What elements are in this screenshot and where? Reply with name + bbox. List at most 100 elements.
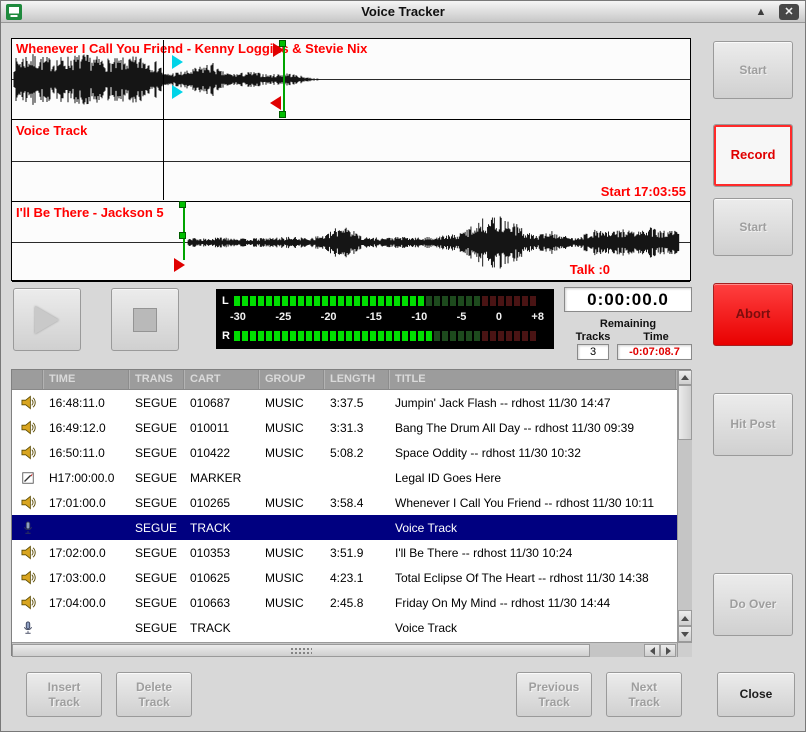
row-type-icon — [12, 595, 44, 610]
track2-title: Voice Track — [16, 123, 87, 138]
log-table-row[interactable]: 17:02:00.0 SEGUE 010353 MUSIC 3:51.9 I'l… — [12, 540, 677, 565]
hit-post-button[interactable]: Hit Post — [713, 393, 793, 456]
cell-trans: SEGUE — [130, 521, 185, 535]
cell-trans: SEGUE — [130, 596, 185, 610]
cell-group: MUSIC — [260, 571, 325, 585]
cell-time: 16:50:11.0 — [44, 446, 130, 460]
horizontal-scroll-thumb[interactable] — [12, 644, 590, 657]
cell-title: Space Oddity -- rdhost 11/30 10:32 — [390, 446, 677, 460]
shade-window-icon[interactable]: ▲ — [751, 3, 771, 21]
log-table-row[interactable]: 17:03:00.0 SEGUE 010625 MUSIC 4:23.1 Tot… — [12, 565, 677, 590]
next-track-button[interactable]: Next Track — [606, 672, 682, 717]
cell-title: Bang The Drum All Day -- rdhost 11/30 09… — [390, 421, 677, 435]
close-button[interactable]: Close — [717, 672, 795, 717]
log-table-row[interactable]: SEGUE TRACK Voice Track — [12, 515, 677, 540]
cell-cart: 010265 — [185, 496, 260, 510]
title-bar: Voice Tracker ▲ ✕ — [1, 1, 805, 23]
log-table-row[interactable]: H17:00:00.0 SEGUE MARKER Legal ID Goes H… — [12, 465, 677, 490]
column-header-length: LENGTH — [325, 370, 390, 389]
track2-centerline — [12, 161, 690, 162]
stop-icon — [133, 308, 157, 332]
cell-trans: SEGUE — [130, 446, 185, 460]
track2-start-time: Start 17:03:55 — [601, 184, 686, 199]
cell-title: Jumpin' Jack Flash -- rdhost 11/30 14:47 — [390, 396, 677, 410]
time-remaining-label: Time — [630, 331, 682, 343]
waveform-panel: Whenever I Call You Friend - Kenny Loggi… — [11, 38, 691, 281]
track-region-2[interactable]: Voice Track Start 17:03:55 — [12, 121, 690, 202]
track3-talk-time: Talk :0 — [570, 262, 610, 277]
log-table-row[interactable]: 16:49:12.0 SEGUE 010011 MUSIC 3:31.3 Ban… — [12, 415, 677, 440]
meter-left-label: L — [222, 295, 234, 307]
microphone-icon — [21, 621, 35, 635]
start-button-1[interactable]: Start — [713, 41, 793, 99]
vertical-scroll-thumb[interactable] — [678, 385, 692, 440]
track3-edit-handle-mid[interactable] — [179, 232, 186, 239]
track-region-3[interactable]: I'll Be There - Jackson 5 Talk :0 — [12, 203, 690, 282]
cell-cart: 010422 — [185, 446, 260, 460]
log-table-body: 16:48:11.0 SEGUE 010687 MUSIC 3:37.5 Jum… — [12, 390, 677, 642]
scroll-right-icon[interactable] — [660, 644, 676, 657]
column-header-trans: TRANS — [130, 370, 185, 389]
cell-length: 3:58.4 — [325, 496, 390, 510]
vertical-scrollbar[interactable] — [677, 370, 692, 642]
record-button[interactable]: Record — [713, 124, 793, 187]
playback-cursor — [163, 40, 164, 200]
segue-marker-icon[interactable] — [172, 55, 183, 69]
log-table-header: TIME TRANS CART GROUP LENGTH TITLE — [12, 370, 677, 390]
voice-tracker-window: Voice Tracker ▲ ✕ Whenever I Call You Fr… — [0, 0, 806, 732]
track3-edit-handle-top[interactable] — [179, 201, 186, 208]
cell-title: Total Eclipse Of The Heart -- rdhost 11/… — [390, 571, 677, 585]
column-header-cart: CART — [185, 370, 260, 389]
cell-title: Whenever I Call You Friend -- rdhost 11/… — [390, 496, 677, 510]
cell-cart: 010011 — [185, 421, 260, 435]
meter-scale: -30-25-20-15-10-50+8 — [230, 311, 544, 323]
fade-marker-icon[interactable] — [273, 43, 284, 57]
start-button-2[interactable]: Start — [713, 198, 793, 256]
log-table-row[interactable]: 17:04:00.0 SEGUE 010663 MUSIC 2:45.8 Fri… — [12, 590, 677, 615]
cell-title: Voice Track — [390, 521, 677, 535]
play-button[interactable] — [13, 288, 81, 351]
track-region-1[interactable]: Whenever I Call You Friend - Kenny Loggi… — [12, 39, 690, 120]
insert-track-button[interactable]: Insert Track — [26, 672, 102, 717]
stop-button[interactable] — [111, 288, 179, 351]
segue-marker-icon[interactable] — [172, 85, 183, 99]
row-type-icon — [12, 445, 44, 460]
track3-start-marker-icon[interactable] — [174, 258, 185, 272]
do-over-button[interactable]: Do Over — [713, 573, 793, 636]
speaker-icon — [21, 420, 36, 435]
log-table-row[interactable]: 16:50:11.0 SEGUE 010422 MUSIC 5:08.2 Spa… — [12, 440, 677, 465]
close-window-icon[interactable]: ✕ — [779, 4, 799, 20]
speaker-icon — [21, 495, 36, 510]
speaker-icon — [21, 570, 36, 585]
meter-right-label: R — [222, 330, 234, 342]
fade-marker-icon[interactable] — [270, 96, 281, 110]
row-type-icon — [12, 495, 44, 510]
audio-meter: L -30-25-20-15-10-50+8 R — [216, 289, 554, 349]
tracks-remaining-value: 3 — [577, 344, 609, 360]
delete-track-button[interactable]: Delete Track — [116, 672, 192, 717]
speaker-icon — [21, 395, 36, 410]
scroll-down-icon[interactable] — [678, 626, 692, 642]
log-table-row[interactable]: SEGUE TRACK Voice Track — [12, 615, 677, 640]
column-header-group: GROUP — [260, 370, 325, 389]
track1-edit-handle-bottom[interactable] — [279, 111, 286, 118]
scroll-up-icon[interactable] — [678, 610, 692, 626]
microphone-icon — [21, 521, 35, 535]
cell-title: I'll Be There -- rdhost 11/30 10:24 — [390, 546, 677, 560]
speaker-icon — [21, 445, 36, 460]
cell-time: 17:04:00.0 — [44, 596, 130, 610]
abort-button[interactable]: Abort — [713, 283, 793, 346]
cell-trans: SEGUE — [130, 571, 185, 585]
row-type-icon — [12, 570, 44, 585]
cell-title: Voice Track — [390, 621, 677, 635]
log-table-row[interactable]: 16:48:11.0 SEGUE 010687 MUSIC 3:37.5 Jum… — [12, 390, 677, 415]
scroll-up-icon[interactable] — [678, 370, 692, 385]
log-table-row[interactable]: 17:01:00.0 SEGUE 010265 MUSIC 3:58.4 Whe… — [12, 490, 677, 515]
scroll-left-icon[interactable] — [644, 644, 660, 657]
row-type-icon — [12, 545, 44, 560]
horizontal-scrollbar[interactable] — [12, 642, 677, 657]
cell-group: MUSIC — [260, 446, 325, 460]
previous-track-button[interactable]: Previous Track — [516, 672, 592, 717]
row-type-icon — [12, 420, 44, 435]
cell-trans: SEGUE — [130, 396, 185, 410]
